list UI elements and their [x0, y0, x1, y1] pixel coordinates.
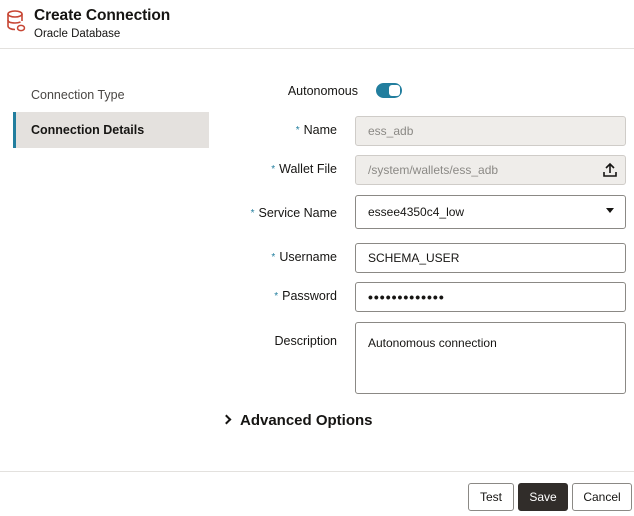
test-button[interactable]: Test — [468, 483, 514, 511]
advanced-options-toggle[interactable]: Advanced Options — [221, 412, 373, 429]
autonomous-toggle[interactable] — [376, 83, 402, 98]
chevron-right-icon — [221, 414, 232, 425]
password-label: * Password — [274, 289, 337, 303]
sidebar-item-label: Connection Type — [31, 88, 125, 102]
toggle-knob — [389, 85, 400, 96]
dialog-title: Create Connection — [34, 7, 171, 24]
save-button[interactable]: Save — [518, 483, 568, 511]
name-value: ess_adb — [368, 124, 414, 138]
wallet-file-label: * Wallet File — [271, 162, 337, 176]
required-mark: * — [271, 252, 276, 263]
required-mark: * — [274, 291, 279, 302]
password-input[interactable]: ••••••••••••• — [355, 282, 626, 312]
description-value: Autonomous connection — [368, 336, 497, 350]
wallet-file-field[interactable]: /system/wallets/ess_adb — [355, 155, 626, 185]
sidebar-item-connection-type[interactable]: Connection Type — [13, 77, 209, 113]
username-label: * Username — [271, 250, 337, 264]
required-mark: * — [271, 164, 276, 175]
sidebar-item-connection-details[interactable]: Connection Details — [13, 112, 209, 148]
service-name-value: essee4350c4_low — [368, 205, 465, 219]
dialog-header: Create Connection Oracle Database — [0, 0, 634, 49]
database-icon — [7, 10, 26, 32]
name-label: * Name — [295, 123, 337, 137]
cancel-button[interactable]: Cancel — [572, 483, 632, 511]
description-label: Description — [274, 334, 337, 348]
sidebar-item-label: Connection Details — [31, 123, 145, 137]
autonomous-label: Autonomous — [287, 84, 358, 98]
password-value: ••••••••••••• — [368, 289, 445, 305]
dialog-footer: Test Save Cancel — [0, 471, 634, 516]
dialog-subtitle: Oracle Database — [34, 28, 121, 40]
service-name-label: * Service Name — [250, 206, 337, 220]
chevron-down-icon — [606, 208, 614, 213]
wallet-file-value: /system/wallets/ess_adb — [368, 163, 499, 177]
name-field[interactable]: ess_adb — [355, 116, 626, 146]
username-value: SCHEMA_USER — [368, 251, 460, 265]
required-mark: * — [250, 208, 255, 219]
description-textarea[interactable]: Autonomous connection — [355, 322, 626, 394]
upload-icon[interactable] — [603, 162, 617, 178]
username-input[interactable]: SCHEMA_USER — [355, 243, 626, 273]
service-name-select[interactable]: essee4350c4_low — [355, 195, 626, 229]
required-mark: * — [295, 125, 300, 136]
advanced-options-label: Advanced Options — [240, 412, 373, 429]
